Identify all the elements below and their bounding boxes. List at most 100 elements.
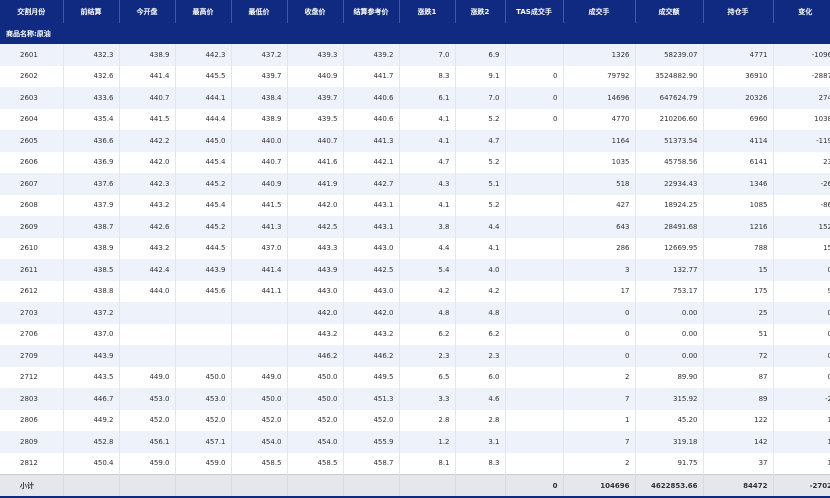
futures-quote-table: 交割月份 前结算 今开盘 最高价 最低价 收盘价 结算参考价 涨跌1 涨跌2 T… [0, 0, 830, 498]
table-cell: 444.4 [175, 108, 232, 130]
table-cell: 441.3 [231, 216, 288, 238]
table-cell: 6.0 [455, 366, 506, 388]
table-cell: 449.2 [63, 409, 120, 431]
table-cell: 439.7 [231, 65, 288, 87]
table-cell: 14696 [563, 87, 636, 109]
header-cell: 成交额 [635, 0, 704, 23]
table-cell: 432.6 [63, 65, 120, 87]
table-cell [175, 323, 232, 345]
table-cell: 0.00 [635, 302, 704, 324]
table-cell: 3.8 [399, 216, 456, 238]
table-cell: 2.8 [399, 409, 456, 431]
table-cell: 0 [773, 366, 830, 388]
table-cell: 0 [563, 345, 636, 367]
contract-month-cell: 2606 [0, 151, 64, 173]
table-cell [505, 151, 564, 173]
table-cell: 4.8 [399, 302, 456, 324]
header-cell: 涨跌2 [455, 0, 506, 23]
table-cell: 437.6 [63, 173, 120, 195]
section-label: 商品名称:原油 [0, 23, 830, 44]
table-cell: 441.4 [231, 259, 288, 281]
table-cell: 2.3 [399, 345, 456, 367]
table-cell: 442.0 [119, 151, 176, 173]
table-cell: 319.18 [635, 431, 704, 453]
table-row: 2806 449.2 452.0 452.0 452.0 452.0 452.0 2.8 2.8… [0, 409, 830, 431]
table-cell: 444.1 [175, 87, 232, 109]
table-cell: 1346 [703, 173, 774, 195]
table-cell: 1038 [773, 108, 830, 130]
table-cell: 0 [563, 302, 636, 324]
table-cell: 458.7 [343, 452, 400, 475]
table-cell [505, 366, 564, 388]
table-cell: 449.5 [343, 366, 400, 388]
table-cell: 452.0 [343, 409, 400, 431]
table-cell: 440.7 [119, 87, 176, 109]
table-cell: 446.2 [343, 345, 400, 367]
table-cell: 0 [773, 259, 830, 281]
table-cell: 2 [563, 452, 636, 475]
table-cell: 443.2 [119, 194, 176, 216]
table-cell: 1085 [703, 194, 774, 216]
table-cell [231, 345, 288, 367]
table-cell: 446.2 [287, 345, 344, 367]
table-cell: 452.0 [119, 409, 176, 431]
table-cell: 8.3 [455, 452, 506, 475]
table-cell: 9 [773, 280, 830, 302]
table-cell: 443.1 [343, 194, 400, 216]
header-cell: 交割月份 [0, 0, 64, 23]
table-cell: 445.4 [175, 194, 232, 216]
table-row: 2609 438.7 442.6 445.2 441.3 442.5 443.1 3.8 4.4… [0, 216, 830, 238]
table-cell [505, 44, 564, 66]
header-cell: 涨跌1 [399, 0, 456, 23]
table-cell: 443.2 [287, 323, 344, 345]
table-cell: 442.5 [343, 259, 400, 281]
table-cell: 437.0 [231, 237, 288, 259]
table-cell: 18924.25 [635, 194, 704, 216]
table-cell: 36910 [703, 65, 774, 87]
table-cell: 647624.79 [635, 87, 704, 109]
table-row: 2602 432.6 441.4 445.5 439.7 440.9 441.7 8.3 9.1… [0, 65, 830, 87]
table-cell: 456.1 [119, 431, 176, 453]
contract-month-cell: 2603 [0, 87, 64, 109]
contract-month-cell: 2703 [0, 302, 64, 324]
table-cell: 449.0 [119, 366, 176, 388]
table-cell: 5.2 [455, 108, 506, 130]
table-cell: 12669.95 [635, 237, 704, 259]
contract-month-cell: 2607 [0, 173, 64, 195]
contract-month-cell: 2712 [0, 366, 64, 388]
table-cell: 440.7 [287, 130, 344, 152]
table-cell: 441.3 [343, 130, 400, 152]
table-cell [505, 388, 564, 410]
table-cell: 435.4 [63, 108, 120, 130]
table-cell [175, 302, 232, 324]
contract-month-cell: 2706 [0, 323, 64, 345]
table-cell: 87 [703, 366, 774, 388]
table-cell: 443.1 [343, 216, 400, 238]
table-cell: 452.8 [63, 431, 120, 453]
table-cell: 444.0 [119, 280, 176, 302]
table-cell: 4.2 [455, 280, 506, 302]
table-cell: 443.0 [287, 280, 344, 302]
table-cell: 4.3 [399, 173, 456, 195]
table-cell: 6.2 [455, 323, 506, 345]
table-cell: 518 [563, 173, 636, 195]
table-cell: 445.2 [175, 173, 232, 195]
table-row: 2603 433.6 440.7 444.1 438.4 439.7 440.6 6.1 7.0… [0, 87, 830, 109]
table-cell [231, 302, 288, 324]
table-cell: 442.6 [119, 216, 176, 238]
table-cell: 443.2 [343, 323, 400, 345]
table-cell: -2 [773, 388, 830, 410]
table-cell: 28491.68 [635, 216, 704, 238]
table-cell: 1326 [563, 44, 636, 66]
table-cell: 9.1 [455, 65, 506, 87]
table-cell: 455.9 [343, 431, 400, 453]
table-cell: 445.6 [175, 280, 232, 302]
table-cell: 438.9 [119, 44, 176, 66]
table-row: 2809 452.8 456.1 457.1 454.0 454.0 455.9 1.2 3.1… [0, 431, 830, 453]
table-cell: 4.1 [455, 237, 506, 259]
table-cell: 788 [703, 237, 774, 259]
table-cell: 5.4 [399, 259, 456, 281]
table-cell: 437.2 [231, 44, 288, 66]
table-row: 2803 446.7 453.0 453.0 450.0 450.0 451.3 3.3 4.6… [0, 388, 830, 410]
header-cell: 今开盘 [119, 0, 176, 23]
